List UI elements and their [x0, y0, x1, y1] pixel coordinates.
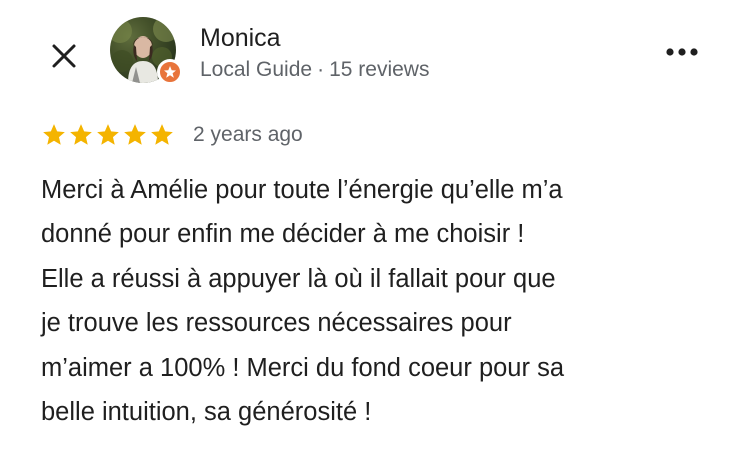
- more-horizontal-icon: [666, 48, 698, 56]
- close-icon: [52, 44, 76, 68]
- rating-row: 2 years ago: [41, 120, 303, 150]
- review-time: 2 years ago: [193, 123, 303, 146]
- star-icon: [97, 124, 119, 145]
- reviewer-role: Local Guide: [200, 58, 313, 81]
- more-options-button[interactable]: [660, 32, 704, 72]
- reviewer-review-count[interactable]: 15 reviews: [329, 58, 429, 81]
- star-icon: [70, 124, 92, 145]
- star-rating: [41, 122, 175, 148]
- close-button[interactable]: [44, 36, 84, 76]
- meta-separator: ·: [317, 58, 325, 81]
- review-text: Merci à Amélie pour toute l’énergie qu’e…: [41, 176, 564, 427]
- local-guide-badge-icon: [157, 59, 183, 85]
- reviewer-meta: Local Guide · 15 reviews: [200, 56, 429, 84]
- reviewer-name[interactable]: Monica: [200, 22, 281, 54]
- reviewer-avatar-group[interactable]: [110, 17, 186, 87]
- star-icon: [151, 124, 173, 145]
- star-icon: [43, 124, 65, 145]
- star-icon: [124, 124, 146, 145]
